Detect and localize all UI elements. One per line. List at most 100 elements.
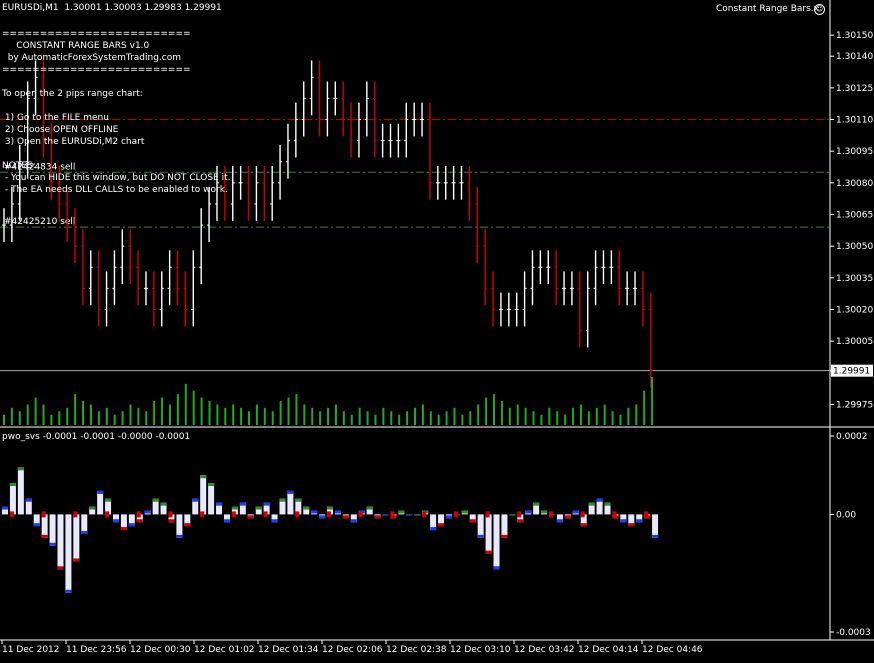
osc-bar-edge <box>636 519 643 523</box>
osc-bar-edge <box>319 515 326 519</box>
order-label: #42425210 sell <box>4 217 75 227</box>
osc-signal <box>200 511 205 518</box>
osc-signal <box>549 511 554 518</box>
ea-panel-line: ========================= <box>2 29 191 39</box>
time-tick-label: 11 Dec 23:56 <box>66 645 127 655</box>
osc-bar-edge <box>477 534 484 538</box>
osc-tick-label: 0.0002 <box>836 432 868 442</box>
time-tick-label: 12 Dec 02:38 <box>386 645 447 655</box>
time-tick-label: 12 Dec 01:34 <box>258 645 319 655</box>
osc-bar-edge <box>485 550 492 554</box>
osc-bar-edge <box>303 506 310 510</box>
osc-bar-edge <box>406 514 413 516</box>
osc-bar-edge <box>588 502 595 506</box>
osc-bar-edge <box>295 498 302 502</box>
osc-bar-edge <box>41 534 48 538</box>
ea-panel-line: ========================= <box>2 65 191 75</box>
osc-bar-edge <box>239 502 246 506</box>
osc-bar-edge <box>556 519 563 523</box>
osc-bar <box>57 514 64 570</box>
osc-bar <box>97 490 104 515</box>
osc-bar-edge <box>57 566 64 570</box>
osc-signal <box>73 511 78 518</box>
osc-bar-edge <box>231 506 238 510</box>
osc-bar-edge <box>2 506 8 510</box>
osc-bar-edge <box>128 523 135 527</box>
osc-bar-edge <box>493 566 500 570</box>
osc-bar-edge <box>334 510 341 514</box>
osc-bar-edge <box>73 558 80 562</box>
osc-bar-edge <box>200 475 207 479</box>
ea-panel-line: by AutomaticForexSystemTrading.com <box>2 53 182 63</box>
time-tick-label: 11 Dec 2012 <box>2 645 60 655</box>
osc-signal <box>422 511 427 518</box>
osc-bar-edge <box>49 542 56 546</box>
osc-bar <box>287 490 294 515</box>
osc-signal <box>453 511 458 518</box>
ea-panel-line: CONSTANT RANGE BARS v1.0 <box>2 41 150 51</box>
osc-bar <box>208 483 215 515</box>
osc-bar-edge <box>604 502 611 506</box>
osc-bar-edge <box>628 523 635 527</box>
osc-signal <box>390 511 395 518</box>
osc-signal <box>295 511 300 518</box>
osc-bar-edge <box>33 523 40 527</box>
ea-panel-line: To open the 2 pips range chart: <box>2 89 143 99</box>
osc-bar-edge <box>327 506 334 510</box>
time-tick-label: 12 Dec 04:14 <box>578 645 639 655</box>
price-tick-label: 1.30080 <box>836 179 873 189</box>
osc-bar-edge <box>216 502 223 506</box>
osc-bar-edge <box>152 498 159 502</box>
osc-bar-edge <box>572 510 579 514</box>
time-tick-label: 12 Dec 04:46 <box>642 645 703 655</box>
osc-bar-edge <box>374 515 381 519</box>
osc-signal <box>105 511 110 518</box>
price-tick-label: 1.30005 <box>836 337 873 347</box>
price-tick-label: 1.30050 <box>836 242 873 252</box>
osc-bar-edge <box>271 519 278 523</box>
osc-bar-edge <box>350 519 357 523</box>
price-tick-label: 1.30140 <box>836 52 873 62</box>
osc-signal <box>517 511 522 518</box>
price-tick-label: 1.30125 <box>836 84 873 94</box>
osc-bar-edge <box>287 490 294 494</box>
osc-bar <box>41 514 48 538</box>
osc-bar <box>485 514 492 554</box>
osc-bar-edge <box>382 514 389 516</box>
osc-bar-edge <box>311 510 318 514</box>
chart-window: 1.30150 1.30140 1.30125 1.30110 1.30095 1.300… <box>0 0 874 663</box>
osc-bar-edge <box>541 510 548 514</box>
osc-bar-edge <box>9 483 16 487</box>
osc-bar-edge <box>438 523 445 527</box>
ea-panel-line: 1) Go to the FILE menu <box>2 113 109 123</box>
osc-bar-edge <box>509 514 516 516</box>
osc-bar-edge <box>136 519 143 523</box>
osc-bar <box>477 514 484 538</box>
osc-bar-edge <box>176 534 183 538</box>
osc-bar-edge <box>184 523 191 527</box>
osc-bar-edge <box>366 506 373 510</box>
osc-signal <box>644 511 649 518</box>
osc-bar <box>65 514 72 593</box>
price-tick-label: 1.30020 <box>836 305 873 315</box>
osc-bar-edge <box>564 515 571 519</box>
osc-bar-edge <box>279 498 286 502</box>
ea-panel-line <box>2 148 231 160</box>
osc-tick-label: 0.00 <box>836 510 856 520</box>
osc-bar-edge <box>501 534 508 538</box>
price-tick-label: 1.30095 <box>836 147 873 157</box>
osc-bar-edge <box>89 506 96 510</box>
osc-bar-edge <box>398 510 405 514</box>
ea-panel-line <box>2 100 231 112</box>
osc-bar-edge <box>263 502 270 506</box>
osc-bar <box>200 475 207 515</box>
osc-bar <box>493 514 500 570</box>
osc-signal <box>327 511 332 518</box>
osc-bar <box>176 514 183 538</box>
osc-bar-edge <box>255 506 262 510</box>
osc-bar-edge <box>208 483 215 487</box>
ea-panel-line: NOTES: <box>2 161 36 171</box>
osc-bar-edge <box>168 519 175 523</box>
osc-bar-edge <box>461 510 468 514</box>
osc-bar-edge <box>652 534 659 538</box>
